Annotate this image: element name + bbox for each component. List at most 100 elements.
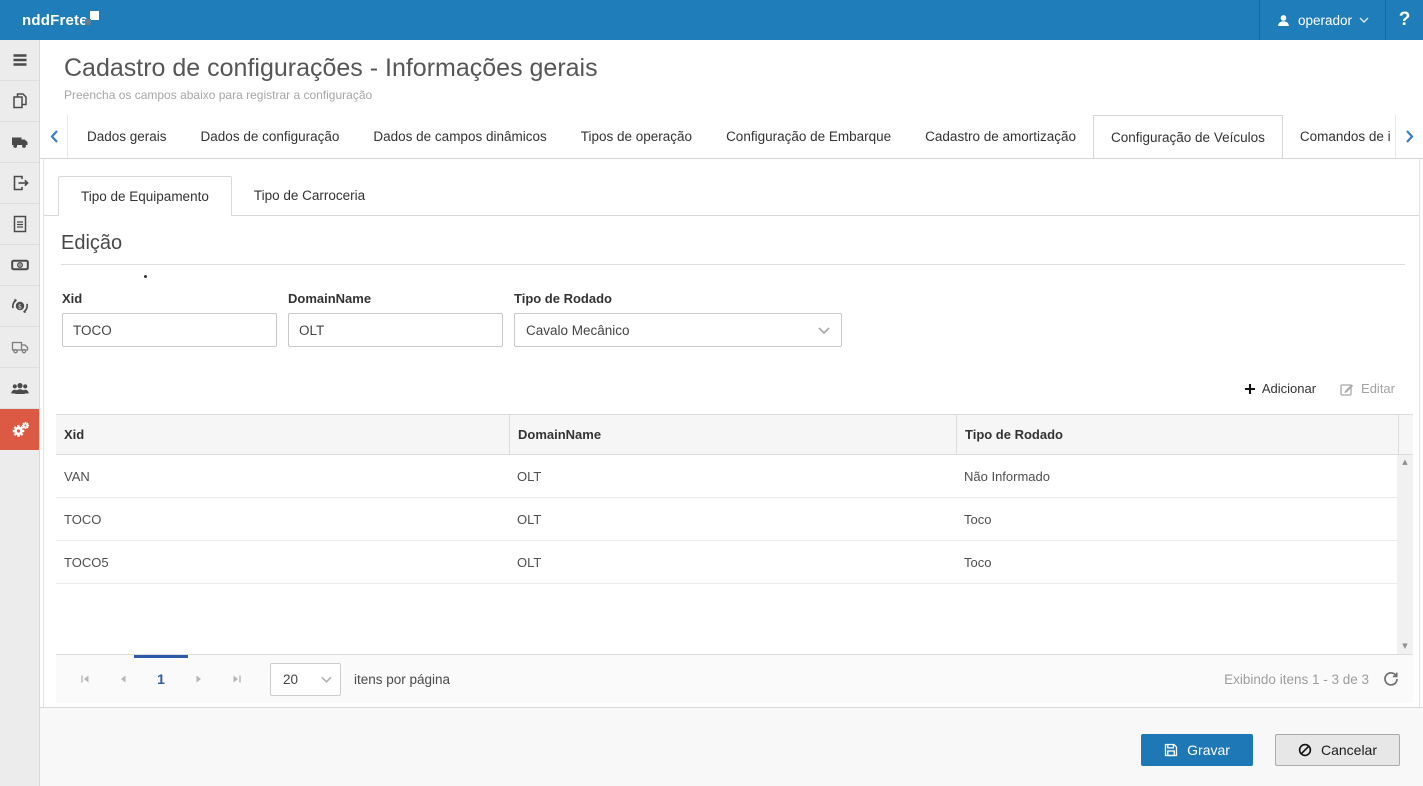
tab-dados-de-campos-dinamicos[interactable]: Dados de campos dinâmicos — [356, 115, 563, 158]
cell-tipo-de-rodado: Toco — [956, 555, 1398, 570]
edit-button-label: Editar — [1361, 381, 1395, 396]
chevron-down-icon — [321, 676, 332, 683]
chevron-right-icon — [1406, 130, 1414, 143]
table-row[interactable]: TOCO5 OLT Toco — [56, 541, 1397, 584]
sidebar-item-currency-sync[interactable]: $ — [0, 286, 39, 327]
tipo-de-rodado-select[interactable]: Cavalo Mecânico — [514, 313, 842, 347]
page-size-label: itens por página — [354, 672, 450, 687]
column-header-xid[interactable]: Xid — [56, 415, 509, 454]
sidebar: $ — [0, 40, 40, 786]
truck-icon — [10, 132, 30, 152]
table-row[interactable]: VAN OLT Não Informado — [56, 455, 1397, 498]
gears-icon — [10, 419, 30, 439]
brand-mark-icon — [90, 11, 99, 20]
table-row[interactable]: TOCO OLT Toco — [56, 498, 1397, 541]
edit-button[interactable]: Editar — [1340, 381, 1395, 396]
page-subtitle: Preencha os campos abaixo para registrar… — [64, 88, 1423, 102]
tab-cadastro-de-amortizacao[interactable]: Cadastro de amortização — [908, 115, 1093, 158]
save-button[interactable]: Gravar — [1141, 734, 1253, 766]
cell-tipo-de-rodado: Toco — [956, 512, 1398, 527]
tab-configuracao-de-veiculos[interactable]: Configuração de Veículos — [1093, 115, 1283, 158]
cell-xid: TOCO5 — [56, 555, 509, 570]
cancel-icon — [1298, 743, 1312, 757]
grid-header-pad — [1398, 415, 1413, 454]
save-button-label: Gravar — [1187, 742, 1230, 758]
user-menu[interactable]: operador — [1259, 0, 1385, 40]
xid-label: Xid — [62, 291, 277, 306]
page-title: Cadastro de configurações - Informações … — [64, 53, 1423, 83]
sub-tabstrip: Tipo de Equipamento Tipo de Carroceria — [44, 176, 1419, 216]
plus-icon — [1244, 383, 1256, 395]
previous-page-button[interactable] — [104, 655, 142, 703]
next-page-button[interactable] — [180, 655, 218, 703]
first-page-button[interactable] — [66, 655, 104, 703]
tab-tipos-de-operacao[interactable]: Tipos de operação — [564, 115, 709, 158]
topbar: nddFrete operador ? — [0, 0, 1423, 40]
page-size-select[interactable]: 20 — [270, 663, 341, 696]
tab-configuracao-de-embarque[interactable]: Configuração de Embarque — [709, 115, 908, 158]
brand-logo: nddFrete — [0, 0, 99, 40]
sidebar-item-document[interactable] — [0, 204, 39, 245]
scroll-down-icon[interactable] — [1402, 643, 1407, 650]
banknote-icon — [10, 255, 30, 275]
sidebar-item-export[interactable] — [0, 163, 39, 204]
vertical-scrollbar[interactable] — [1397, 455, 1413, 654]
cell-domainname: OLT — [509, 555, 956, 570]
tipo-de-rodado-label: Tipo de Rodado — [514, 291, 842, 306]
export-icon — [10, 173, 30, 193]
grid-actions: Adicionar Editar — [44, 381, 1395, 396]
tab-scroll-left-button[interactable] — [40, 115, 68, 158]
help-icon: ? — [1399, 9, 1411, 31]
cell-xid: VAN — [56, 469, 509, 484]
grid-header: Xid DomainName Tipo de Rodado — [56, 415, 1413, 455]
scroll-up-icon[interactable] — [1402, 459, 1407, 466]
tab-panel: Tipo de Equipamento Tipo de Carroceria E… — [43, 159, 1420, 707]
subtab-tipo-de-carroceria[interactable]: Tipo de Carroceria — [232, 176, 387, 215]
tab-dados-gerais[interactable]: Dados gerais — [70, 115, 184, 158]
column-header-domainname[interactable]: DomainName — [509, 415, 956, 454]
cell-tipo-de-rodado: Não Informado — [956, 469, 1398, 484]
last-page-button[interactable] — [218, 655, 256, 703]
sidebar-item-truck[interactable] — [0, 122, 39, 163]
cell-domainname: OLT — [509, 469, 956, 484]
subtab-tipo-de-equipamento[interactable]: Tipo de Equipamento — [58, 176, 232, 216]
last-page-icon — [230, 672, 244, 686]
chevron-down-icon — [1359, 17, 1369, 23]
cancel-button[interactable]: Cancelar — [1275, 734, 1400, 766]
grid-body: VAN OLT Não Informado TOCO OLT Toco TOCO… — [56, 455, 1413, 655]
page-size-value: 20 — [283, 672, 298, 687]
users-icon — [10, 378, 30, 398]
currency-sync-icon: $ — [10, 296, 30, 316]
grid-pager: 1 20 — [56, 655, 1413, 703]
sidebar-item-banknote[interactable] — [0, 245, 39, 286]
pager-summary: Exibindo itens 1 - 3 de 3 — [1224, 672, 1369, 687]
stray-dot — [144, 275, 147, 278]
domainname-label: DomainName — [288, 291, 503, 306]
user-icon — [1276, 13, 1291, 28]
column-header-tipo-de-rodado[interactable]: Tipo de Rodado — [956, 415, 1398, 454]
page-number-button[interactable]: 1 — [142, 655, 180, 703]
user-label: operador — [1298, 13, 1352, 28]
sidebar-item-menu[interactable] — [0, 40, 39, 81]
xid-input[interactable] — [62, 313, 277, 347]
add-button[interactable]: Adicionar — [1244, 381, 1316, 396]
main-content: Cadastro de configurações - Informações … — [40, 40, 1423, 786]
refresh-button[interactable] — [1383, 671, 1399, 687]
cell-domainname: OLT — [509, 512, 956, 527]
sidebar-item-truck-outline[interactable] — [0, 327, 39, 368]
refresh-icon — [1383, 671, 1399, 687]
save-floppy-icon — [1164, 743, 1178, 757]
help-button[interactable]: ? — [1385, 0, 1423, 40]
sidebar-item-settings[interactable] — [0, 409, 39, 450]
svg-text:$: $ — [17, 302, 21, 310]
tab-dados-de-configuracao[interactable]: Dados de configuração — [184, 115, 357, 158]
copy-icon — [10, 91, 30, 111]
chevron-left-icon — [50, 130, 58, 143]
sidebar-item-users[interactable] — [0, 368, 39, 409]
sidebar-item-copy[interactable] — [0, 81, 39, 122]
domainname-input[interactable] — [288, 313, 503, 347]
section-title: Edição — [61, 232, 1405, 265]
tab-comandos-de[interactable]: Comandos de i — [1283, 115, 1395, 158]
tab-scroll-right-button[interactable] — [1395, 115, 1423, 158]
add-button-label: Adicionar — [1262, 381, 1316, 396]
